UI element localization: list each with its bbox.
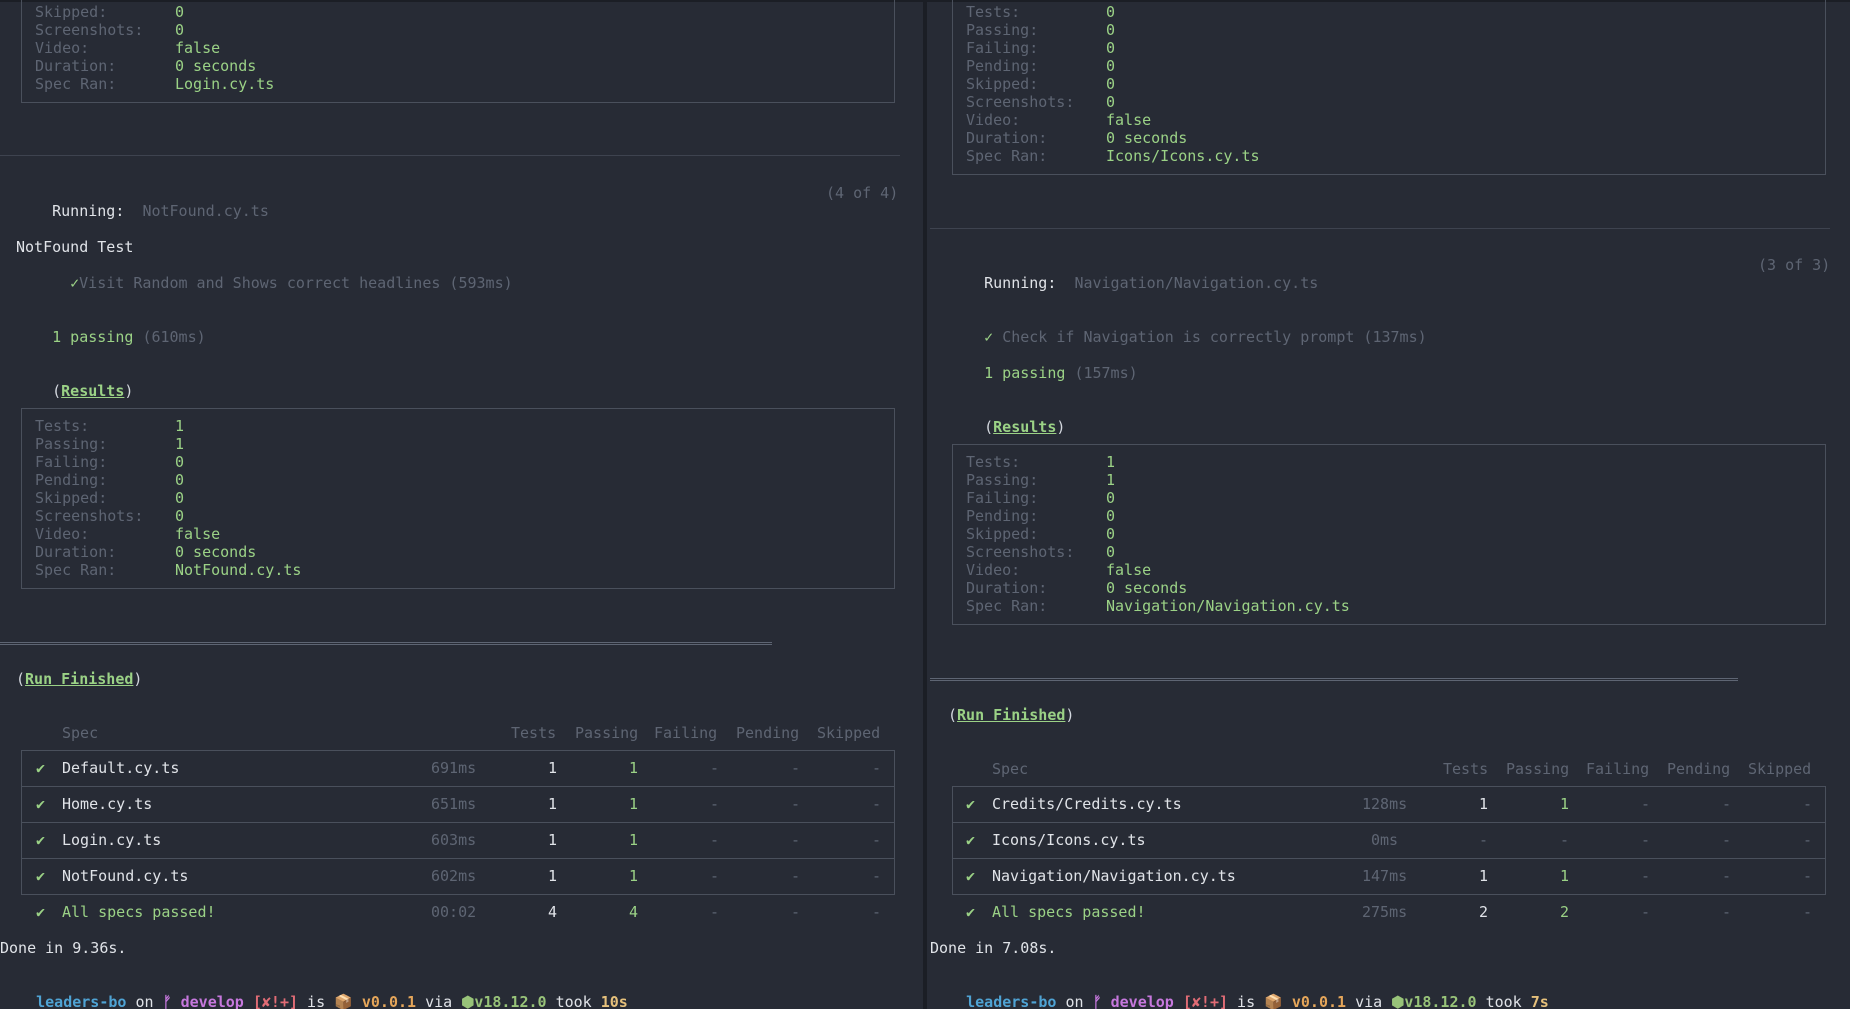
- table-row: ✔ Credits/Credits.cy.ts 128ms 1 1 - - -: [966, 795, 1813, 813]
- running-line: Running: NotFound.cy.ts: [52, 202, 269, 220]
- col-header-pending: Pending: [1667, 760, 1731, 778]
- stat-row: Screenshots: 0: [35, 507, 185, 525]
- table-row: ✔ Navigation/Navigation.cy.ts 147ms 1 1 …: [966, 867, 1813, 885]
- col-header-spec: Spec: [992, 760, 1029, 778]
- stat-row: Passing: 1: [35, 435, 185, 453]
- col-header-pending: Pending: [736, 724, 800, 742]
- table-row: ✔ Default.cy.ts 691ms 1 1 - - -: [36, 759, 882, 777]
- node-icon: ⬢: [461, 993, 475, 1009]
- section-separator: [0, 155, 900, 156]
- stat-row: Video: false: [35, 39, 221, 57]
- stat-row: Pending: 0: [966, 57, 1116, 75]
- stat-row: Skipped: 0: [35, 489, 185, 507]
- stat-row: Spec Ran: NotFound.cy.ts: [35, 561, 302, 579]
- table-row: ✔ Home.cy.ts 651ms 1 1 - - -: [36, 795, 882, 813]
- results-stats: Tests: 1 Passing: 1 Failing: 0 Pending: 0 Sk…: [966, 453, 1350, 615]
- col-header-tests: Tests: [1443, 760, 1489, 778]
- stat-row: Spec Ran: Login.cy.ts: [35, 75, 275, 93]
- check-icon: ✔: [966, 831, 976, 849]
- left-terminal-pane[interactable]: Skipped: 0 Screenshots: 0 Video: false Dura…: [0, 0, 922, 1009]
- stat-row: Duration: 0 seconds: [35, 57, 257, 75]
- right-terminal-pane[interactable]: Tests: 0 Passing: 0 Failing: 0 Pending: 0 Sk…: [930, 0, 1850, 1009]
- shell-prompt: leaders-bo on ᚠ develop [✘!+] is 📦 v0.0.…: [966, 993, 1549, 1009]
- done-line: Done in 9.36s.: [0, 939, 127, 957]
- stat-row: Pending: 0: [966, 507, 1116, 525]
- check-icon: ✔: [36, 903, 46, 921]
- col-header-skipped: Skipped: [1748, 760, 1812, 778]
- stat-row: Duration: 0 seconds: [966, 129, 1188, 147]
- running-line: Running: Navigation/Navigation.cy.ts: [984, 274, 1319, 292]
- col-header-spec: Spec: [62, 724, 99, 742]
- check-icon: ✔: [36, 795, 46, 813]
- stat-row: Skipped: 0: [966, 525, 1116, 543]
- running-count: (3 of 3): [1758, 256, 1831, 274]
- stat-row: Screenshots: 0: [35, 21, 185, 39]
- check-icon: ✓: [70, 274, 80, 292]
- stat-row: Video: false: [966, 111, 1152, 129]
- prompt-input-line[interactable]: ➜: [930, 992, 987, 1009]
- stat-row: Failing: 0: [966, 39, 1116, 57]
- check-icon: ✔: [966, 867, 976, 885]
- done-line: Done in 7.08s.: [930, 939, 1057, 957]
- stat-row: Duration: 0 seconds: [966, 579, 1188, 597]
- check-icon: ✔: [966, 795, 976, 813]
- stat-row: Passing: 0: [966, 21, 1116, 39]
- double-separator: [930, 678, 1738, 681]
- double-separator: [0, 642, 772, 645]
- stat-row: Pending: 0: [35, 471, 185, 489]
- node-icon: ⬢: [1391, 993, 1405, 1009]
- stat-row: Video: false: [966, 561, 1152, 579]
- stat-row: Failing: 0: [35, 453, 185, 471]
- git-branch-icon: ᚠ: [1092, 993, 1102, 1009]
- col-header-tests: Tests: [511, 724, 557, 742]
- col-header-passing: Passing: [575, 724, 639, 742]
- test-result-line: ✓Visit Random and Shows correct headline…: [70, 274, 513, 292]
- stat-row: Duration: 0 seconds: [35, 543, 257, 561]
- shell-prompt: leaders-bo on ᚠ develop [✘!+] is 📦 v0.0.…: [36, 993, 628, 1009]
- check-icon: ✔: [966, 903, 976, 921]
- check-icon: ✔: [36, 831, 46, 849]
- run-finished-heading: (Run Finished): [16, 670, 143, 688]
- top-results-stats: Tests: 0 Passing: 0 Failing: 0 Pending: 0 Sk…: [966, 3, 1260, 165]
- stat-row: Tests: 0: [966, 3, 1116, 21]
- stat-row: Spec Ran: Icons/Icons.cy.ts: [966, 147, 1260, 165]
- git-branch-icon: ᚠ: [162, 993, 172, 1009]
- stat-row: Screenshots: 0: [966, 93, 1116, 111]
- col-header-skipped: Skipped: [817, 724, 881, 742]
- stat-row: Spec Ran: Navigation/Navigation.cy.ts: [966, 597, 1350, 615]
- results-stats: Tests: 1 Passing: 1 Failing: 0 Pending: 0 Sk…: [35, 417, 301, 579]
- check-icon: ✓: [984, 328, 994, 346]
- summary-row: ✔ All specs passed! 275ms 2 2 - - -: [966, 903, 1813, 921]
- table-row: ✔ NotFound.cy.ts 602ms 1 1 - - -: [36, 867, 882, 885]
- stat-row: Tests: 1: [966, 453, 1116, 471]
- section-separator: [930, 228, 1830, 229]
- col-header-failing: Failing: [1586, 760, 1650, 778]
- passing-summary: 1 passing (157ms): [984, 364, 1138, 382]
- col-header-passing: Passing: [1506, 760, 1570, 778]
- prompt-input-line[interactable]: ➜: [0, 992, 57, 1009]
- summary-row: ✔ All specs passed! 00:02 4 4 - - -: [36, 903, 882, 921]
- package-icon: 📦: [1264, 993, 1283, 1009]
- stat-row: Screenshots: 0: [966, 543, 1116, 561]
- table-row: ✔ Login.cy.ts 603ms 1 1 - - -: [36, 831, 882, 849]
- passing-summary: 1 passing (610ms): [52, 328, 206, 346]
- top-results-stats: Skipped: 0 Screenshots: 0 Video: false Dura…: [35, 3, 274, 93]
- table-row: ✔ Icons/Icons.cy.ts 0ms - - - - -: [966, 831, 1813, 849]
- stat-row: Failing: 0: [966, 489, 1116, 507]
- run-finished-heading: (Run Finished): [948, 706, 1075, 724]
- running-count: (4 of 4): [826, 184, 899, 202]
- stat-row: Video: false: [35, 525, 221, 543]
- stat-row: Passing: 1: [966, 471, 1116, 489]
- check-icon: ✔: [36, 867, 46, 885]
- stat-row: Skipped: 0: [966, 75, 1116, 93]
- check-icon: ✔: [36, 759, 46, 777]
- package-icon: 📦: [334, 993, 353, 1009]
- suite-name: NotFound Test: [16, 238, 134, 256]
- stat-row: Tests: 1: [35, 417, 185, 435]
- pane-divider[interactable]: [923, 0, 927, 1009]
- stat-row: Skipped: 0: [35, 3, 185, 21]
- col-header-failing: Failing: [654, 724, 718, 742]
